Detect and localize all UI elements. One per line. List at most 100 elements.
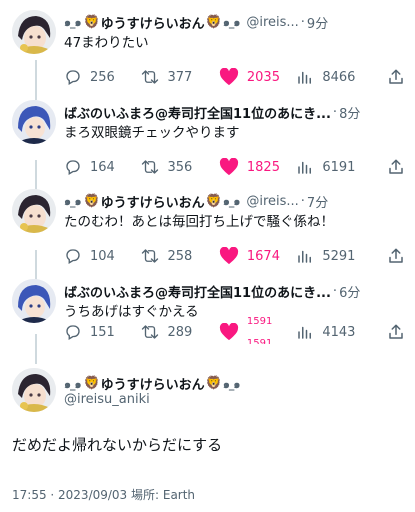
display-name-text: ゆうすけらいおん (100, 195, 205, 211)
timestamp[interactable]: 7分 (307, 192, 328, 211)
separator: · (300, 193, 305, 209)
swirl-deco: ๑_๑ (222, 377, 240, 391)
avatar[interactable] (12, 368, 56, 412)
handle[interactable]: @ireisu_aniki (64, 392, 150, 407)
like-count-animating: 1591 (246, 338, 273, 349)
like-button[interactable]: 1674 (219, 247, 296, 265)
handle[interactable]: @ireis... (246, 194, 298, 209)
views-count: 6191 (322, 159, 356, 175)
views-button[interactable]: 4143 (296, 323, 387, 341)
reply-count: 164 (90, 159, 115, 175)
reply-button[interactable]: 164 (64, 158, 141, 176)
lion-emoji: 🦁 (205, 193, 222, 209)
action-bar: 104 258 1674 5291 (64, 246, 405, 266)
views-button[interactable]: 6191 (296, 158, 387, 176)
action-bar: 164 356 1825 6191 (64, 157, 405, 177)
separator: · (300, 14, 305, 30)
swirl-deco: ๑_๑ (64, 195, 81, 208)
reply-button[interactable]: 256 (64, 68, 141, 86)
like-count: 1674 (246, 248, 280, 264)
share-icon (389, 69, 403, 84)
views-icon (298, 71, 312, 84)
retweet-count: 289 (167, 324, 193, 340)
retweet-icon (142, 325, 159, 339)
share-button[interactable] (387, 68, 405, 86)
thread-line (35, 334, 37, 364)
swirl-deco: ๑_๑ (222, 16, 240, 29)
like-button[interactable]: 1591 1591 (219, 317, 296, 344)
display-name-text: ゆうすけらいおん (100, 16, 205, 32)
retweet-button[interactable]: 356 (141, 158, 218, 176)
views-count: 5291 (322, 248, 356, 264)
lion-emoji: 🦁 (83, 376, 100, 391)
lion-emoji: 🦁 (205, 14, 222, 30)
views-button[interactable]: 8466 (296, 68, 387, 86)
like-count-animating: 1591 (246, 316, 273, 327)
retweet-count: 377 (167, 69, 193, 85)
share-button[interactable] (387, 158, 405, 176)
timestamp[interactable]: 6分 (339, 282, 360, 301)
avatar[interactable] (12, 279, 56, 323)
retweet-icon (142, 249, 159, 263)
thread-line (35, 250, 37, 280)
reply-icon (66, 249, 80, 264)
views-button[interactable]: 5291 (296, 247, 387, 265)
like-count: 1825 (246, 159, 280, 175)
reply-button[interactable]: 104 (64, 247, 141, 265)
action-bar: 256 377 2035 8466 (64, 67, 405, 87)
views-count: 8466 (322, 69, 356, 85)
heart-icon (219, 323, 238, 341)
tweet-text: うちあげはすぐかえる (64, 304, 199, 320)
tweet-footer: 17:55 · 2023/09/03 場所: Earth (12, 488, 196, 502)
views-count: 4143 (322, 324, 356, 340)
display-name-text: ばぶのいふまろ@寿司打全国11位のあにき... (64, 285, 331, 301)
avatar[interactable] (12, 10, 56, 54)
display-name[interactable]: ばぶのいふまろ@寿司打全国11位のあにき... (64, 282, 331, 301)
views-icon (298, 326, 312, 339)
like-button[interactable]: 2035 (219, 68, 296, 86)
timestamp[interactable]: 9分 (307, 13, 328, 32)
display-name-text: ばぶのいふまろ@寿司打全国11位のあにき... (64, 106, 331, 122)
reply-count: 256 (90, 69, 115, 85)
reply-icon (66, 70, 80, 85)
tweet-text: まろ双眼鏡チェックやります (64, 125, 240, 141)
tweet-text: 47まわりたい (64, 35, 149, 51)
share-icon (389, 248, 403, 263)
tweet-text: だめだよ帰れないからだにする (12, 436, 223, 454)
retweet-icon (142, 160, 159, 174)
reply-button[interactable]: 151 (64, 323, 141, 341)
share-button[interactable] (387, 323, 405, 341)
retweet-count: 258 (167, 248, 193, 264)
avatar[interactable] (12, 100, 56, 144)
separator: · (332, 283, 338, 299)
share-button[interactable] (387, 247, 405, 265)
thread-line (35, 60, 37, 100)
tweet-header: ばぶのいふまろ@寿司打全国11位のあにき... · 8分 (64, 102, 407, 122)
heart-icon (219, 158, 238, 176)
display-name[interactable]: ばぶのいふまろ@寿司打全国11位のあにき... (64, 103, 331, 122)
share-icon (389, 324, 403, 339)
lion-emoji: 🦁 (205, 376, 222, 391)
reply-icon (66, 160, 80, 175)
tweet-text: たのむわ！あとは毎回打ち上げで騒ぐ係ね！ (64, 214, 334, 230)
handle[interactable]: @ireis... (246, 15, 298, 30)
retweet-icon (142, 70, 159, 84)
display-name[interactable]: ๑_๑ 🦁 ゆうすけらいおん 🦁 ๑_๑ (64, 374, 241, 393)
retweet-button[interactable]: 289 (141, 323, 218, 341)
like-button[interactable]: 1825 (219, 158, 296, 176)
display-name-text: ゆうすけらいおん (100, 378, 205, 393)
tweet-header: ばぶのいふまろ@寿司打全国11位のあにき... · 6分 (64, 281, 407, 301)
heart-icon (219, 68, 238, 86)
retweet-button[interactable]: 377 (141, 68, 218, 86)
retweet-button[interactable]: 258 (141, 247, 218, 265)
lion-emoji: 🦁 (83, 14, 100, 30)
timestamp[interactable]: 8分 (339, 103, 360, 122)
share-icon (389, 159, 403, 174)
display-name[interactable]: ๑_๑ 🦁 ゆうすけらいおん 🦁 ๑_๑ (64, 192, 241, 211)
reply-icon (66, 325, 80, 340)
separator: · (332, 104, 338, 120)
display-name[interactable]: ๑_๑ 🦁 ゆうすけらいおん 🦁 ๑_๑ (64, 13, 241, 32)
action-bar: 151 289 1591 1591 4143 (64, 317, 405, 344)
avatar[interactable] (12, 189, 56, 233)
like-count: 2035 (246, 69, 280, 85)
